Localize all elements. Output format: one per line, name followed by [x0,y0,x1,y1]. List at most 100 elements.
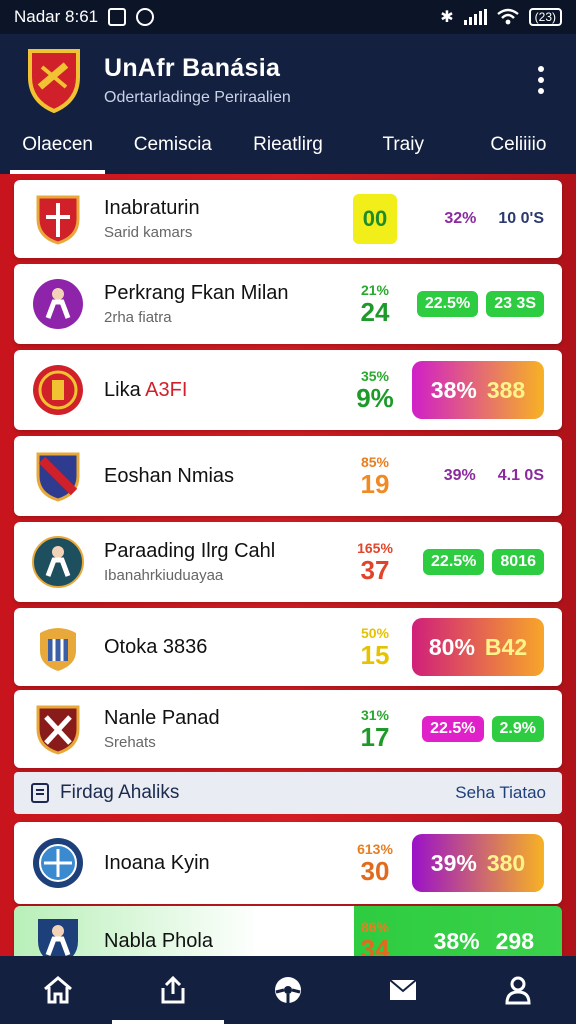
win-percent: 32% [444,210,477,227]
tab-2[interactable]: Rieatlirg [230,126,345,174]
app-bar: UnAfr Banásia Odertarladinge Periraalien [0,34,576,126]
team-subtitle: Sarid kamars [104,224,193,241]
highlight-score-pill: 80% B42 [412,618,544,676]
section-title: Firdag Ahaliks [60,782,180,803]
team-name: Inabraturin [104,197,200,219]
player-avatar-icon [33,279,83,329]
highlight-score-pill: 39% 380 [412,834,544,892]
win-percent: 39% [430,849,477,876]
team-name: Otoka 3836 [104,635,208,658]
win-percent-pill: 22.5% [416,291,479,317]
win-percent: 38% [433,927,480,954]
team-subtitle: 2rha fiatra [104,309,172,326]
stat-value: 19 [360,469,390,499]
nav-messages[interactable] [375,962,431,1018]
nav-wheel[interactable] [260,962,316,1018]
team-row[interactable]: Nabla Phola 86% 34 38% 298 [14,906,562,956]
team-row[interactable]: Nanle Panad Srehats 31% 17 22.5% 2.9% [14,690,562,768]
score-badge: 00 [353,194,397,244]
record-pill: 8016 [492,549,544,575]
win-percent: 39% [443,467,476,484]
nav-active-indicator [112,1020,224,1024]
team-name: Nanle Panad [104,707,220,729]
team-name: Lika A3FI [104,379,334,402]
team-crest-icon [40,628,76,671]
app-title: UnAfr Banásia [104,53,281,82]
record-value: 298 [495,927,534,954]
stat-value: 24 [360,297,390,327]
stat-percent: 86% [360,919,390,935]
stat-percent: 35% [360,368,390,384]
tab-1[interactable]: Cemiscia [115,126,230,174]
team-crest-icon [36,705,80,755]
app-subtitle: Odertarladinge Periraalien [104,88,291,106]
tab-3[interactable]: Traiy [346,126,461,174]
bluetooth-icon: ✱ [440,9,454,26]
overflow-menu-icon[interactable] [532,60,550,100]
player-avatar-icon [38,919,78,956]
win-percent: 38% [430,376,477,403]
stat-value: 37 [360,555,390,585]
win-percent-pill: 22.5% [423,549,485,575]
section-link[interactable]: Seha Tiatao [455,783,546,803]
stat-percent: 50% [360,625,390,641]
tab-4[interactable]: Celiiiio [461,126,576,174]
team-row[interactable]: Perkrang Fkan Milan 2rha fiatra 21% 24 2… [14,264,562,344]
tab-0[interactable]: Olaecen [0,126,115,174]
wifi-icon [496,8,519,25]
stat-value: 30 [360,856,390,886]
team-name: Paraading Ilrg Cahl [104,540,276,562]
stat-value: 17 [360,722,390,752]
stat-value: 15 [360,640,390,670]
stat-percent: 613% [357,841,393,857]
team-row[interactable]: Eoshan Nmias 85% 19 39% 4.1 0S [14,436,562,516]
stat-percent: 31% [360,707,390,723]
share-icon [161,975,185,1004]
team-crest-icon [33,365,83,415]
team-subtitle: Srehats [104,734,156,751]
notification-icon [108,8,127,26]
team-row[interactable]: Inabraturin Sarid kamars 00 32% 10 0'S [14,180,562,258]
nav-profile[interactable] [490,962,546,1018]
team-crest-icon [33,838,83,888]
team-subtitle: Ibanahrkiuduayaa [104,567,224,584]
stat-percent: 165% [357,540,393,556]
team-name-accent: A3FI [145,378,188,401]
home-icon [43,976,72,1004]
team-name: Perkrang Fkan Milan [104,282,289,304]
win-percent: 80% [428,633,475,660]
record-value: 10 0'S [498,210,544,227]
battery-indicator: (23) [528,8,562,26]
status-bar: Nadar 8:61 ✱ (23) [0,0,576,34]
team-row[interactable]: Paraading Ilrg Cahl Ibanahrkiuduayaa 165… [14,522,562,602]
record-value: 4.1 0S [497,467,544,484]
win-percent-pill: 22.5% [422,716,484,742]
record-value: B42 [484,633,528,660]
team-crest-icon [36,452,80,502]
team-row[interactable]: Lika A3FI 35% 9% 38% 388 [14,350,562,430]
team-list: Inabraturin Sarid kamars 00 32% 10 0'S P… [0,174,576,956]
player-avatar-icon [32,536,84,588]
app-notification-icon [136,8,155,26]
record-value: 380 [486,849,526,876]
section-header: Firdag Ahaliks Seha Tiatao [14,772,562,814]
bottom-navigation [0,956,576,1024]
cell-signal-icon [463,9,487,25]
team-row[interactable]: Otoka 3836 50% 15 80% B42 [14,608,562,686]
team-name: Inoana Kyin [104,851,210,874]
nav-share[interactable] [145,962,201,1018]
team-row[interactable]: Inoana Kyin 613% 30 39% 380 [14,822,562,904]
document-icon [31,783,49,803]
nav-home[interactable] [30,962,86,1018]
stat-value: 9% [356,383,394,413]
status-time: Nadar 8:61 [14,7,99,26]
highlight-score-pill: 38% 388 [412,361,544,419]
team-name: Eoshan Nmias [104,464,235,487]
stat-value: 34 [360,934,390,956]
stat-percent: 85% [360,454,390,470]
profile-icon [505,976,531,1005]
steering-wheel-icon [274,977,301,1003]
club-crest-logo [28,49,80,113]
record-value: 388 [486,376,526,403]
mail-icon [389,979,417,1000]
